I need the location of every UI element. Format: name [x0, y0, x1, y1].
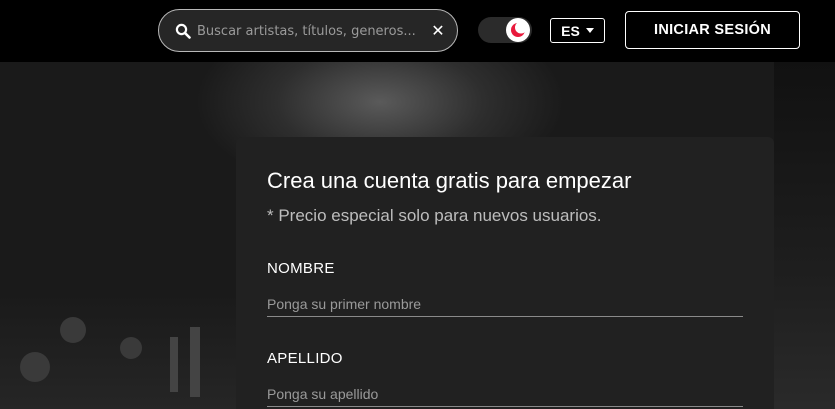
search-bar: ✕ [158, 9, 458, 52]
last-name-field[interactable] [267, 381, 743, 407]
hero-right-shade [774, 62, 835, 409]
deck-fader-image [190, 327, 200, 397]
first-name-field[interactable] [267, 291, 743, 317]
language-select[interactable]: ES [550, 18, 605, 43]
chevron-down-icon [585, 28, 594, 33]
signup-title: Crea una cuenta gratis para empezar [267, 168, 632, 193]
signup-card: Crea una cuenta gratis para empezar * Pr… [236, 137, 774, 409]
deck-fader-image [170, 337, 178, 392]
theme-toggle[interactable] [478, 17, 532, 43]
search-input[interactable] [197, 20, 429, 42]
search-icon[interactable] [175, 23, 191, 39]
signup-subtitle: * Precio especial solo para nuevos usuar… [267, 206, 602, 225]
login-button[interactable]: INICIAR SESIÓN [625, 11, 800, 49]
deck-knob-image [120, 337, 142, 359]
deck-knob-image [20, 352, 50, 382]
toggle-knob [506, 18, 530, 42]
close-icon[interactable]: ✕ [429, 21, 447, 41]
language-selected: ES [561, 22, 580, 39]
first-name-label: NOMBRE [267, 260, 335, 277]
last-name-label: APELLIDO [267, 350, 343, 367]
moon-icon [511, 22, 526, 37]
deck-knob-image [60, 317, 86, 343]
top-bar: ✕ ES INICIAR SESIÓN [0, 0, 835, 62]
